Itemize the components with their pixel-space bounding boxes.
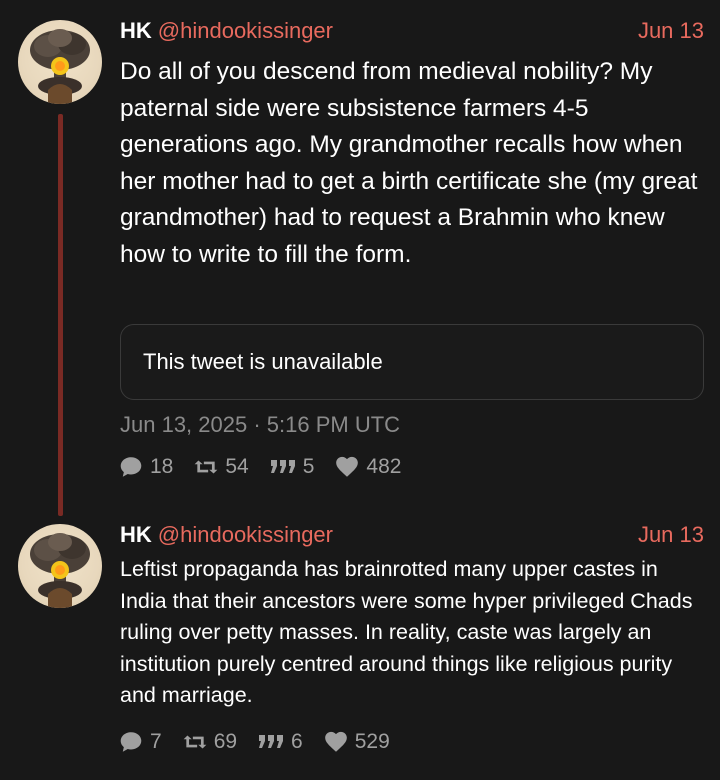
quote-count: 5 [302, 455, 315, 478]
quote-icon [259, 735, 284, 748]
tweet-stats: 18 54 5 482 [118, 452, 421, 482]
tweet-date[interactable]: Jun 13 [638, 520, 704, 550]
author-name[interactable]: HK [120, 18, 152, 43]
thread-line [58, 114, 63, 516]
mushroom-cloud-icon [30, 29, 90, 104]
tweet-text: Do all of you descend from medieval nobi… [120, 58, 698, 268]
comment-icon [120, 732, 142, 752]
tweet-timestamp[interactable]: Jun 13, 2025 · 5:16 PM UTC [120, 410, 400, 440]
author-handle[interactable]: @hindookissinger [158, 18, 333, 43]
like-count: 529 [354, 730, 390, 753]
reply-count: 7 [150, 730, 162, 753]
tweet-header: HK @hindookissinger Jun 13 [120, 520, 704, 550]
retweet-icon [194, 460, 218, 474]
quoted-tweet-card[interactable]: This tweet is unavailable [120, 324, 704, 400]
reply-stat[interactable]: 7 [118, 729, 162, 755]
tweet-date[interactable]: Jun 13 [638, 16, 704, 46]
tweet-stats: 7 69 6 529 [118, 727, 410, 757]
retweet-icon [183, 735, 207, 749]
heart-icon [336, 456, 359, 477]
quote-icon [270, 460, 295, 473]
author-name[interactable]: HK [120, 522, 152, 547]
retweet-stat[interactable]: 54 [193, 454, 249, 480]
like-stat[interactable]: 529 [323, 729, 390, 755]
retweet-count: 69 [213, 730, 238, 753]
quote-count: 6 [291, 730, 303, 753]
quote-stat[interactable]: 6 [257, 729, 303, 755]
mushroom-cloud-icon [30, 533, 90, 608]
heart-icon [324, 731, 347, 752]
comment-icon [120, 457, 142, 477]
tweet-text: Leftist propaganda has brainrotted many … [120, 557, 693, 708]
reply-stat[interactable]: 18 [118, 454, 173, 480]
retweet-stat[interactable]: 69 [182, 729, 237, 755]
avatar[interactable] [18, 20, 102, 104]
retweet-count: 54 [225, 455, 249, 478]
quote-stat[interactable]: 5 [269, 454, 315, 480]
tweet: HK @hindookissinger Jun 13 Leftist propag… [0, 512, 720, 780]
reply-count: 18 [150, 455, 174, 478]
tweet: HK @hindookissinger Jun 13 Do all of you … [0, 0, 720, 516]
like-stat[interactable]: 482 [334, 454, 401, 480]
avatar[interactable] [18, 524, 102, 608]
tweet-header: HK @hindookissinger Jun 13 [120, 16, 704, 46]
author-handle[interactable]: @hindookissinger [158, 522, 333, 547]
like-count: 482 [366, 455, 402, 478]
